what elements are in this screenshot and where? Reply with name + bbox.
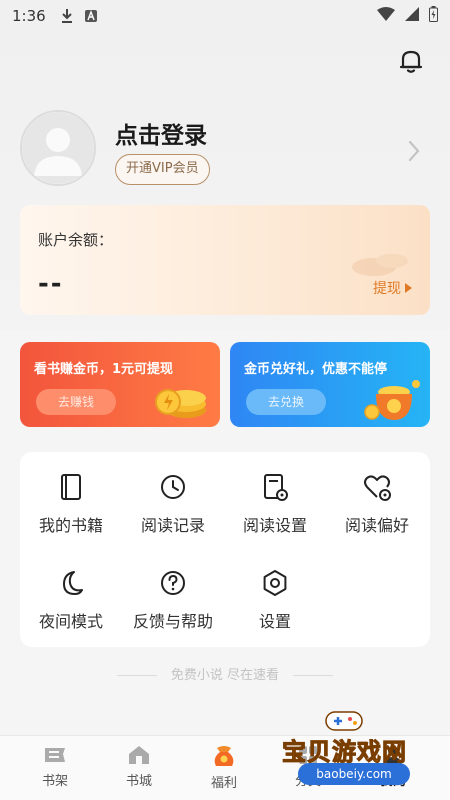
menu-label: 我的书籍 bbox=[38, 516, 103, 535]
watermark-url: baobeiy.com bbox=[298, 763, 410, 785]
gift-bag-icon bbox=[214, 746, 234, 766]
status-time: 1:36 bbox=[12, 7, 46, 25]
download-icon bbox=[60, 8, 74, 24]
watermark-text: 宝贝游戏网 bbox=[282, 738, 407, 767]
menu-label: 设置 bbox=[258, 612, 291, 631]
vip-membership-button[interactable]: 开通VIP会员 bbox=[115, 154, 210, 185]
menu-label: 阅读设置 bbox=[242, 516, 307, 535]
nav-label: 书城 bbox=[125, 774, 152, 789]
status-indicators bbox=[377, 6, 438, 26]
menu-item-reading-history[interactable]: 阅读记录 bbox=[122, 472, 224, 552]
reading-settings-icon bbox=[264, 474, 288, 501]
menu-item-reading-settings[interactable]: 阅读设置 bbox=[224, 472, 326, 552]
wifi-icon bbox=[377, 7, 395, 25]
menu-label: 反馈与帮助 bbox=[132, 612, 213, 631]
nav-item-bookshelf[interactable]: 书架 bbox=[20, 744, 90, 789]
balance-label: 账户余额： bbox=[38, 231, 114, 249]
withdraw-button[interactable]: 提现 bbox=[373, 278, 412, 298]
site-watermark: 宝贝游戏网 baobeiy.com bbox=[270, 708, 450, 800]
menu-label: 阅读偏好 bbox=[344, 516, 409, 535]
menu-item-settings[interactable]: 设置 bbox=[224, 568, 326, 648]
chevron-right-icon[interactable] bbox=[404, 138, 424, 164]
earn-money-button[interactable]: 去赚钱 bbox=[36, 389, 116, 415]
menu-item-my-books[interactable]: 我的书籍 bbox=[20, 472, 122, 552]
app-notification-icon bbox=[84, 9, 98, 23]
account-balance-card: 账户余额： -- 提现 bbox=[20, 205, 430, 315]
menu-label: 夜间模式 bbox=[38, 612, 103, 631]
nav-label: 书架 bbox=[41, 774, 68, 789]
avatar[interactable] bbox=[20, 110, 96, 186]
bookshelf-icon bbox=[45, 748, 65, 762]
redeem-button[interactable]: 去兑换 bbox=[246, 389, 326, 415]
menu-item-night-mode[interactable]: 夜间模式 bbox=[20, 568, 122, 648]
login-prompt[interactable]: 点击登录 bbox=[115, 116, 207, 150]
coin-pot-icon bbox=[364, 380, 420, 420]
menu-item-reading-preferences[interactable]: 阅读偏好 bbox=[326, 472, 428, 552]
features-menu: 我的书籍 阅读记录 阅读设置 阅读偏好 夜间模式 反馈与帮助 设置 bbox=[20, 452, 430, 647]
moon-icon bbox=[63, 571, 83, 595]
hexagon-settings-icon bbox=[263, 570, 287, 596]
redeem-gifts-card[interactable]: 金币兑好礼，优惠不能停 去兑换 bbox=[230, 342, 430, 427]
withdraw-label: 提现 bbox=[373, 281, 401, 297]
heart-settings-icon bbox=[364, 475, 391, 501]
clock-icon bbox=[161, 475, 185, 499]
nav-item-welfare[interactable]: 福利 bbox=[189, 744, 259, 791]
coin-decoration-icon bbox=[352, 254, 408, 276]
question-icon bbox=[161, 571, 185, 595]
nav-item-bookstore[interactable]: 书城 bbox=[104, 744, 174, 789]
status-bar: 1:36 bbox=[0, 0, 450, 32]
battery-icon bbox=[429, 6, 438, 26]
gamepad-icon bbox=[325, 711, 363, 731]
earn-coins-card[interactable]: 看书赚金币，1元可提现 去赚钱 bbox=[20, 342, 220, 427]
bookstore-icon bbox=[129, 746, 149, 764]
menu-label: 阅读记录 bbox=[140, 516, 205, 535]
signal-icon bbox=[405, 7, 419, 25]
menu-item-feedback-help[interactable]: 反馈与帮助 bbox=[122, 568, 224, 648]
book-icon bbox=[61, 474, 81, 500]
nav-label: 福利 bbox=[210, 776, 237, 791]
notification-bell-icon[interactable] bbox=[396, 46, 426, 76]
balance-value: -- bbox=[38, 269, 64, 299]
triangle-right-icon bbox=[405, 283, 412, 293]
gold-coins-icon bbox=[155, 389, 206, 418]
slogan: 免费小说 尽在速看 bbox=[0, 664, 450, 683]
